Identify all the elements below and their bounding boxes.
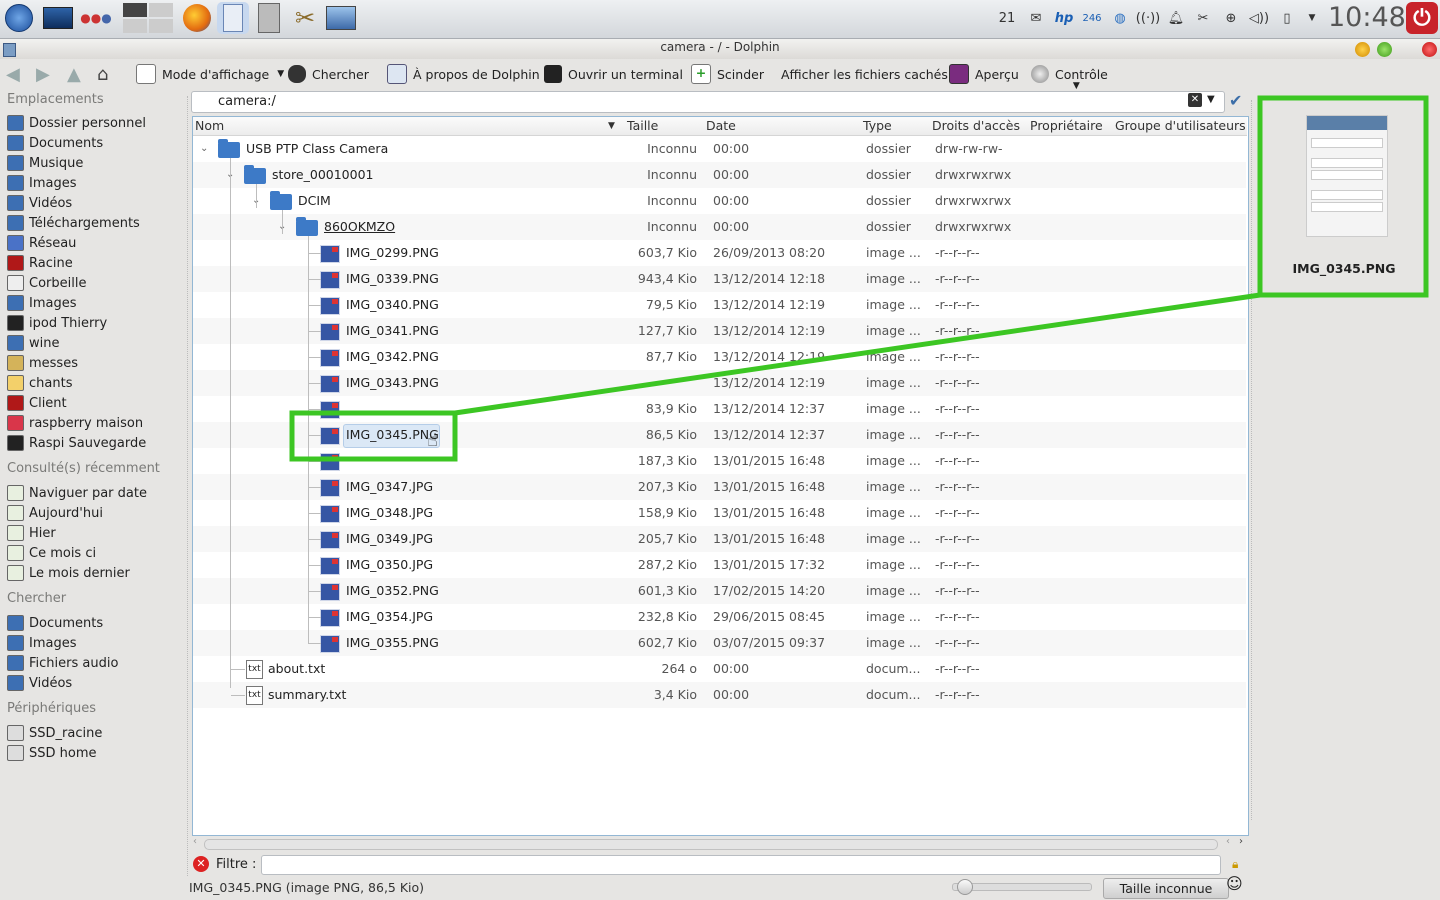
filter-bar: ✕ Filtre : 🔒︎	[191, 855, 1249, 875]
lock-icon[interactable]: 🔒︎	[1232, 857, 1238, 872]
close-filter-icon[interactable]: ✕	[193, 856, 209, 872]
scroll-right-icon[interactable]: ›	[1239, 836, 1243, 847]
horizontal-scrollbar[interactable]: ‹ ‹ ›	[193, 836, 1247, 851]
scroll-left-icon[interactable]: ‹	[1226, 836, 1230, 847]
mouse-cursor-icon: ☝	[427, 430, 438, 451]
filter-input[interactable]	[261, 855, 1221, 875]
filter-label: Filtre :	[216, 857, 257, 872]
highlight-annotation	[289, 95, 1429, 462]
zoom-slider-handle[interactable]	[957, 879, 973, 895]
status-text: IMG_0345.PNG (image PNG, 86,5 Kio)	[189, 880, 425, 895]
cat-mascot-icon: ☺	[1226, 874, 1243, 893]
scroll-left-icon[interactable]: ‹	[193, 836, 197, 847]
scrollbar-thumb[interactable]	[204, 839, 1218, 850]
space-info-button[interactable]: Taille inconnue	[1103, 878, 1229, 899]
zoom-slider[interactable]	[952, 883, 1092, 891]
